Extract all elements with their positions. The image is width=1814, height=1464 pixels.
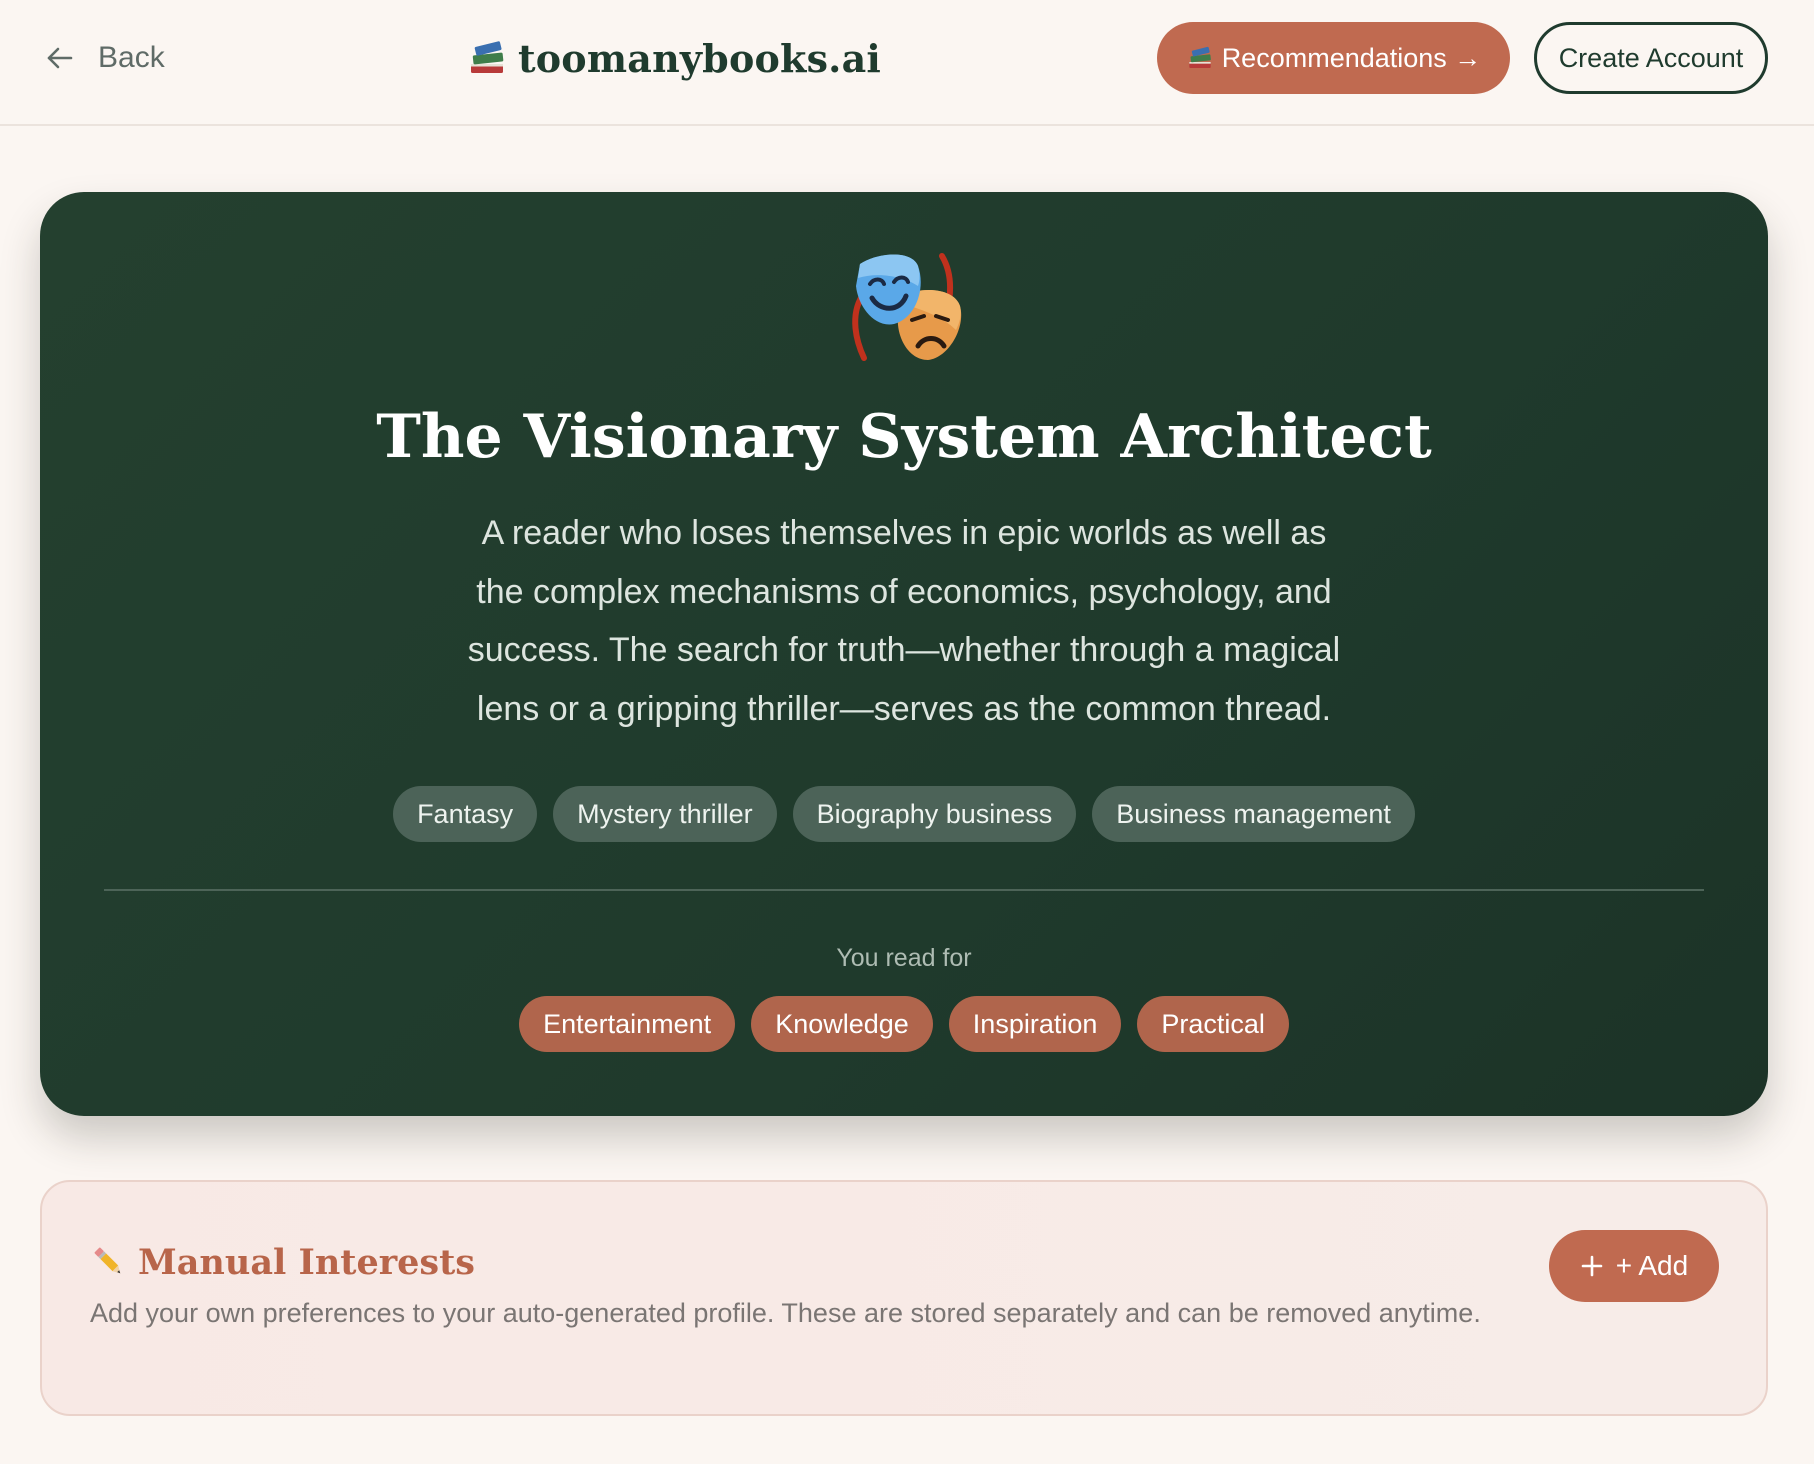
read-for-label: You read for [836,944,972,972]
performing-arts-masks-icon [852,253,962,361]
recommendations-label: Recommendations → [1221,42,1482,73]
add-interest-label: + Add [1615,1250,1689,1281]
genre-tag: Biography business [792,786,1077,842]
purpose-tag: Entertainment [519,996,736,1052]
recommendations-button[interactable]: Recommendations → [1157,22,1510,94]
brand-logo[interactable]: toomanybooks.ai [466,30,881,86]
purpose-tag: Knowledge [751,996,933,1052]
genre-tag: Mystery thriller [553,786,777,842]
manual-interests-description: Add your own preferences to your auto-ge… [90,1298,1481,1328]
profile-description: A reader who loses themselves in epic wo… [467,514,1341,728]
add-interest-button[interactable]: + Add [1549,1230,1719,1302]
books-icon [1189,46,1211,68]
top-header: Back toomanybooks.ai Recommendations → C… [0,0,1814,126]
genre-tag-list: Fantasy Mystery thriller Biography busin… [40,786,1768,842]
reading-purpose-list: Entertainment Knowledge Inspiration Prac… [40,996,1768,1052]
manual-interests-header: Manual Interests [90,1238,475,1286]
back-button[interactable]: Back [44,36,165,80]
genre-tag: Business management [1092,786,1415,842]
divider [104,889,1704,891]
brand-name: toomanybooks.ai [518,35,882,81]
reader-profile-card: The Visionary System Architect A reader … [40,192,1768,1116]
genre-tag: Fantasy [393,786,538,842]
pencil-icon [94,1247,121,1274]
back-label: Back [98,41,165,74]
profile-title: The Visionary System Architect [376,402,1432,472]
books-icon [471,41,504,73]
purpose-tag: Practical [1137,996,1289,1052]
manual-interests-title: Manual Interests [138,1241,476,1283]
manual-interests-panel: Manual Interests Add your own preference… [40,1180,1768,1416]
plus-icon [1581,1255,1603,1277]
create-account-button[interactable]: Create Account [1534,22,1768,94]
arrow-left-icon [47,47,73,69]
purpose-tag: Inspiration [948,996,1122,1052]
